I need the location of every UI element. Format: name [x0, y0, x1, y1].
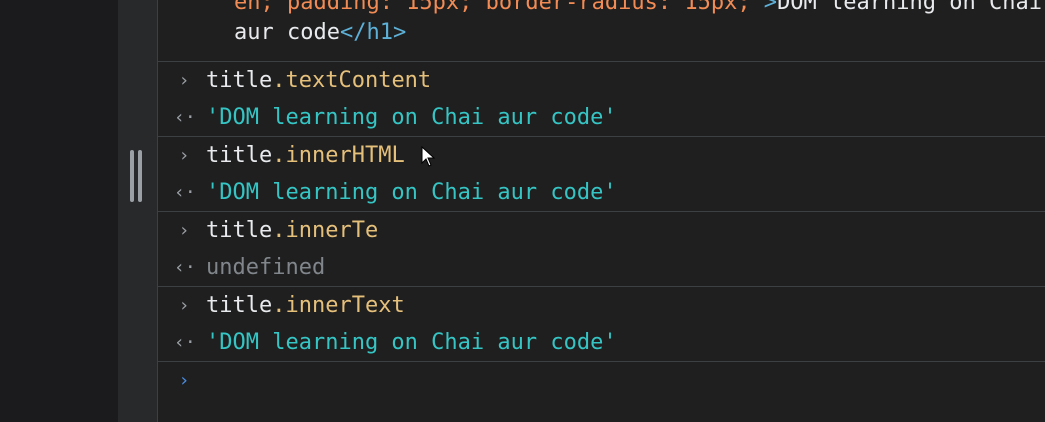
panel-splitter[interactable] [118, 0, 157, 422]
previous-output: en; padding: 15px; border-radius: 15px; … [158, 0, 1045, 62]
console-entry: › title.innerTe ‹· undefined [158, 212, 1045, 287]
console-result: ‹· 'DOM learning on Chai aur code' [158, 174, 1045, 211]
console-entry: › title.innerText ‹· 'DOM learning on Ch… [158, 287, 1045, 362]
result-value: undefined [206, 255, 326, 280]
input-expression[interactable]: title.innerHTML [206, 137, 405, 174]
return-arrow-icon: ‹· [174, 332, 196, 353]
console-result: ‹· 'DOM learning on Chai aur code' [158, 324, 1045, 361]
result-value: 'DOM learning on Chai aur code' [206, 180, 617, 205]
chevron-right-icon: › [178, 295, 190, 316]
closing-tag: </h1> [339, 20, 407, 45]
console-entry: › title.innerHTML ‹· 'DOM learning on Ch… [158, 137, 1045, 212]
console-prompt[interactable]: › [158, 362, 1045, 399]
echo-line-1: en; padding: 15px; border-radius: 15px; … [234, 0, 1042, 15]
console-panel[interactable]: en; padding: 15px; border-radius: 15px; … [158, 0, 1045, 422]
mouse-pointer-icon [421, 146, 436, 167]
tag-close: > [750, 0, 778, 15]
echo-line-2: aur code</h1> [234, 20, 406, 45]
result-value: 'DOM learning on Chai aur code' [206, 105, 617, 130]
console-input[interactable]: › title.innerText [158, 287, 1045, 324]
drag-handle-icon[interactable] [130, 150, 142, 202]
style-attributes: en; padding: 15px; border-radius: 15px; [234, 0, 751, 15]
return-arrow-icon: ‹· [174, 257, 196, 278]
heading-text: DOM learning on Chai [777, 0, 1042, 15]
return-arrow-icon: ‹· [174, 107, 196, 128]
return-arrow-icon: ‹· [174, 182, 196, 203]
console-input[interactable]: › title.textContent [158, 62, 1045, 99]
input-expression[interactable]: title.innerText [206, 287, 405, 324]
console-input[interactable]: › title.innerTe [158, 212, 1045, 249]
input-expression[interactable]: title.textContent [206, 62, 431, 99]
input-expression[interactable]: title.innerTe [206, 212, 378, 249]
chevron-right-icon: › [178, 70, 190, 91]
heading-text-continued: aur code [234, 20, 340, 45]
left-panel [0, 0, 118, 422]
console-result: ‹· 'DOM learning on Chai aur code' [158, 99, 1045, 136]
prompt-chevron-icon: › [178, 370, 190, 391]
result-value: 'DOM learning on Chai aur code' [206, 330, 617, 355]
console-result: ‹· undefined [158, 249, 1045, 286]
chevron-right-icon: › [178, 220, 190, 241]
console-input[interactable]: › title.innerHTML [158, 137, 1045, 174]
console-entry: › title.textContent ‹· 'DOM learning on … [158, 62, 1045, 137]
chevron-right-icon: › [178, 145, 190, 166]
